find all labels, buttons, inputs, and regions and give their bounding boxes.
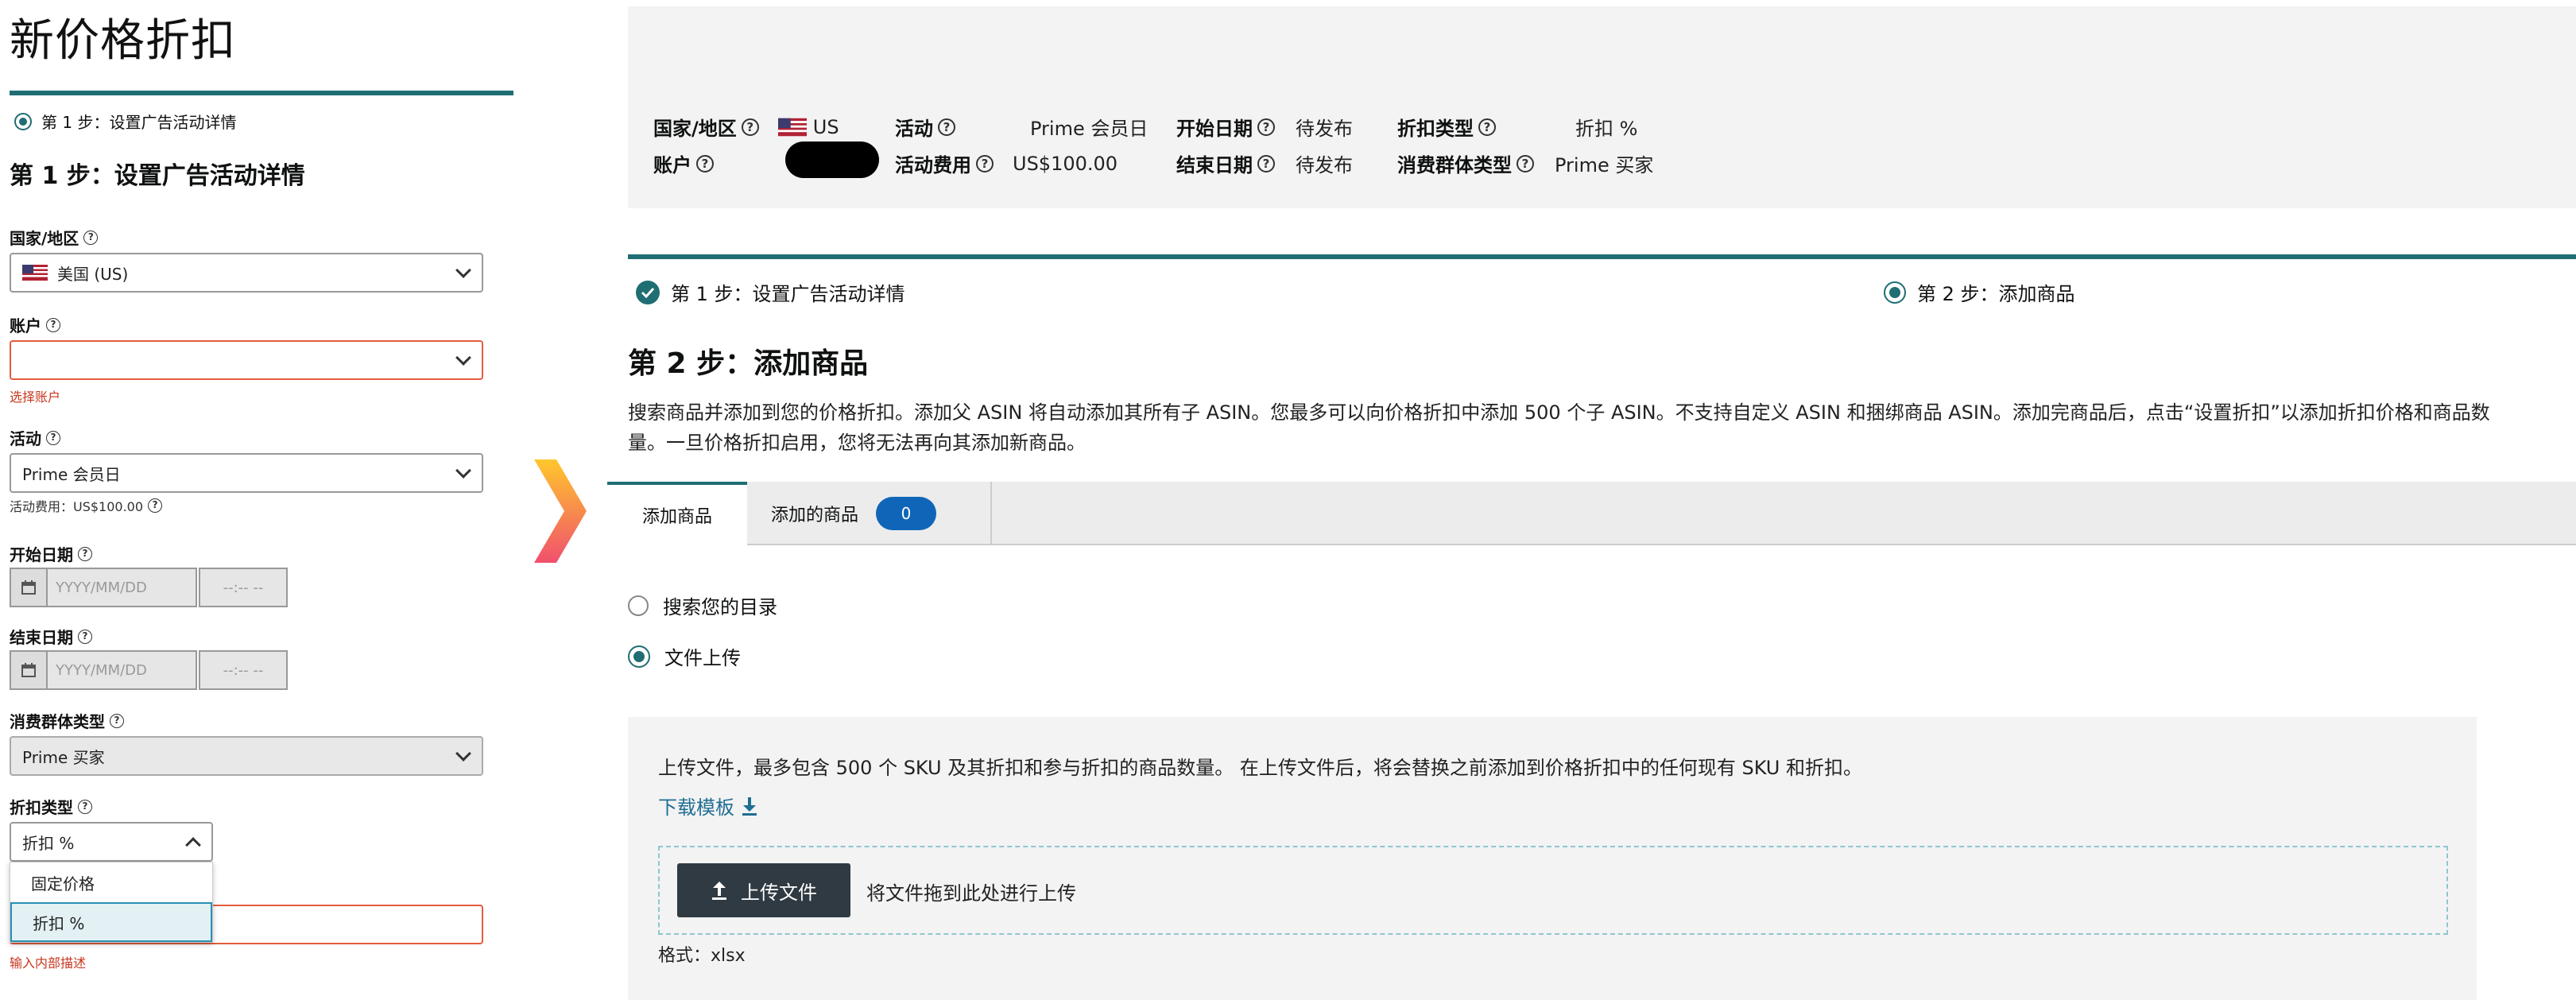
help-icon[interactable]: ? (741, 118, 759, 136)
audience-select-value: Prime 买家 (22, 747, 105, 767)
page-title: 新价格折扣 (10, 15, 236, 67)
event-select-value: Prime 会员日 (22, 464, 121, 484)
help-icon[interactable]: ? (46, 317, 60, 332)
radio-selected-icon[interactable] (628, 645, 650, 668)
step-progress-bar (628, 254, 2576, 259)
start-date-picker: YYYY/MM/DD --:-- -- (10, 568, 288, 607)
start-date-input[interactable]: YYYY/MM/DD (46, 568, 197, 607)
summary-country: 国家/地区? US (653, 115, 839, 141)
tab-added-products[interactable]: 添加的商品 0 (747, 482, 992, 545)
option-search-catalog[interactable]: 搜索您的目录 (628, 591, 777, 619)
product-tabs: 添加商品 添加的商品 0 (607, 482, 2576, 545)
calendar-icon[interactable] (10, 568, 46, 607)
end-time-input[interactable]: --:-- -- (199, 650, 288, 690)
chevron-up-icon (185, 837, 201, 853)
download-template-link[interactable]: 下载模板 (658, 792, 758, 820)
help-icon[interactable]: ? (110, 713, 124, 728)
step-2-indicator: 第 2 步：添加商品 (1884, 278, 2075, 306)
help-icon[interactable]: ? (78, 629, 92, 644)
step-1-indicator[interactable]: 第 1 步：设置广告活动详情 (636, 278, 905, 306)
help-icon[interactable]: ? (1517, 154, 1534, 172)
step-radio-icon (14, 112, 32, 130)
country-select-value: 美国 (US) (57, 264, 129, 284)
summary-event-fee: 活动费用? US$100.00 (895, 152, 1118, 177)
summary-event: 活动? (895, 113, 955, 141)
add-products-description: 搜索商品并添加到您的价格折扣。添加父 ASIN 将自动添加其所有子 ASIN。您… (628, 401, 2490, 454)
summary-audience: 消费群体类型? Prime 买家 (1397, 154, 1654, 176)
step-heading: 第 1 步：设置广告活动详情 (10, 162, 305, 190)
country-select[interactable]: 美国 (US) (10, 253, 483, 293)
step-indicator: 第 1 步：设置广告活动详情 (14, 110, 236, 133)
end-date-picker: YYYY/MM/DD --:-- -- (10, 650, 288, 690)
drop-zone-text: 将文件拖到此处进行上传 (866, 882, 1076, 905)
help-icon[interactable]: ? (148, 498, 163, 513)
account-label: 账户? (10, 313, 60, 336)
download-icon (742, 797, 757, 816)
chevron-down-icon (455, 746, 471, 762)
discount-type-value: 折扣 % (22, 833, 75, 853)
help-icon[interactable]: ? (46, 430, 60, 445)
dropdown-option-percent[interactable]: 折扣 % (10, 902, 212, 942)
redacted-account (785, 141, 879, 178)
end-date-input[interactable]: YYYY/MM/DD (46, 650, 197, 690)
help-icon[interactable]: ? (1478, 118, 1496, 136)
event-label: 活动? (10, 426, 60, 449)
chevron-down-icon (455, 463, 471, 479)
added-count-badge: 0 (876, 497, 937, 530)
chevron-down-icon (455, 262, 471, 278)
help-icon[interactable]: ? (83, 230, 99, 245)
end-date-label: 结束日期? (10, 625, 92, 648)
audience-select[interactable]: Prime 买家 (10, 736, 483, 776)
check-icon (636, 280, 660, 304)
start-date-label: 开始日期? (10, 542, 92, 565)
help-icon[interactable]: ? (938, 118, 955, 136)
event-fee-text: 活动费用：US$100.00? (10, 496, 163, 515)
calendar-icon[interactable] (10, 650, 46, 690)
us-flag-icon (22, 265, 48, 281)
step-radio-icon (1884, 281, 1906, 304)
summary-discount-type: 折扣类型? (1397, 113, 1496, 141)
summary-end-date: 结束日期? 待发布 (1176, 154, 1353, 176)
help-icon[interactable]: ? (78, 799, 92, 814)
discount-type-dropdown: 固定价格 折扣 % (10, 862, 213, 943)
add-products-heading: 第 2 步：添加商品 (628, 347, 869, 380)
chevron-down-icon (455, 350, 471, 366)
upload-description: 上传文件，最多包含 500 个 SKU 及其折扣和参与折扣的商品数量。 在上传文… (658, 757, 1862, 779)
help-icon[interactable]: ? (1257, 154, 1275, 172)
summary-event-value: Prime 会员日 (1030, 118, 1149, 140)
tab-add-products[interactable]: 添加商品 (607, 482, 747, 545)
summary-start-date: 开始日期? 待发布 (1176, 118, 1353, 140)
discount-type-label: 折扣类型? (10, 795, 92, 818)
help-icon[interactable]: ? (78, 546, 92, 561)
start-time-input[interactable]: --:-- -- (199, 568, 288, 607)
help-icon[interactable]: ? (976, 154, 994, 172)
help-icon[interactable]: ? (1257, 118, 1275, 136)
internal-description-error: 输入内部描述 (10, 955, 87, 971)
upload-file-button[interactable]: 上传文件 (677, 863, 850, 917)
progress-rule (10, 91, 513, 95)
dropdown-option-fixed-price[interactable]: 固定价格 (10, 862, 212, 902)
format-text: 格式：xlsx (658, 946, 746, 966)
upload-icon (712, 882, 726, 900)
option-file-upload[interactable]: 文件上传 (628, 642, 741, 670)
audience-label: 消费群体类型? (10, 709, 124, 732)
country-label: 国家/地区? (10, 226, 99, 249)
radio-icon[interactable] (628, 595, 649, 616)
summary-discount-type-value: 折扣 % (1575, 118, 1638, 140)
campaign-summary (628, 6, 2576, 208)
summary-account: 账户? (653, 149, 714, 177)
account-error: 选择账户 (10, 390, 61, 405)
arrow-icon (534, 459, 587, 566)
event-select[interactable]: Prime 会员日 (10, 453, 483, 493)
step-indicator-label: 第 1 步：设置广告活动详情 (41, 113, 237, 132)
discount-type-select[interactable]: 折扣 % (10, 822, 213, 862)
us-flag-icon (777, 118, 807, 136)
help-icon[interactable]: ? (696, 154, 714, 172)
account-select[interactable] (10, 340, 483, 380)
